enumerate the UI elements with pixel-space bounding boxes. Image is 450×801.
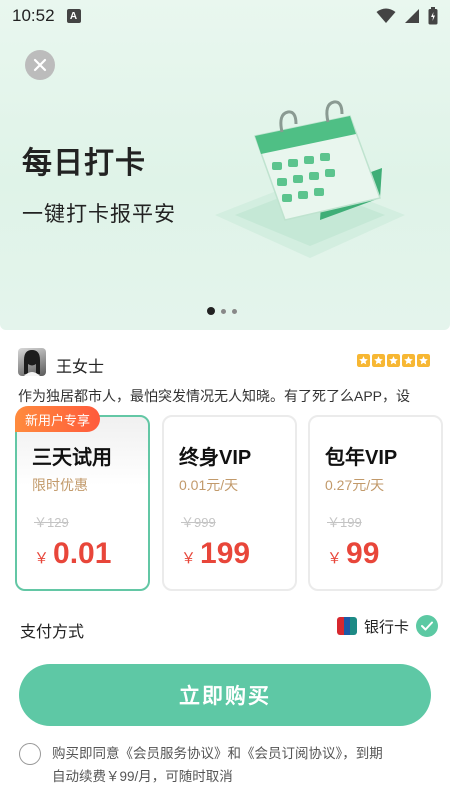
avatar: [18, 348, 46, 376]
check-icon[interactable]: [416, 615, 438, 637]
unionpay-icon: [336, 617, 357, 635]
close-icon: [33, 58, 47, 72]
close-button[interactable]: [25, 50, 55, 80]
payment-method[interactable]: 银行卡: [336, 615, 438, 637]
price-amount: 199: [200, 537, 251, 570]
buy-now-button[interactable]: 立即购买: [19, 664, 431, 726]
carousel-dot[interactable]: [207, 307, 215, 315]
plan-card-yearly[interactable]: 包年VIP 0.27元/天 ￥199 ￥ 99: [308, 415, 443, 591]
status-bar: 10:52 A: [0, 0, 450, 32]
agreement-text-line1: 购买即同意《会员服务协议》和《会员订阅协议》，到期: [52, 746, 383, 761]
plan-original-price: ￥129: [34, 515, 69, 530]
carousel-dot[interactable]: [221, 308, 226, 314]
carousel-indicator: [207, 307, 237, 315]
payment-method-label: 银行卡: [363, 618, 409, 636]
plan-original-price: ￥999: [181, 515, 216, 530]
hero-banner: 每日打卡 一键打卡报平安: [0, 0, 450, 330]
star-icon: [387, 354, 400, 367]
plan-card-lifetime[interactable]: 终身VIP 0.01元/天 ￥999 ￥ 199: [162, 415, 297, 591]
plan-original-price: ￥199: [327, 515, 362, 530]
currency-symbol: ￥: [181, 550, 197, 567]
star-icon: [417, 354, 430, 367]
price-amount: 99: [346, 537, 380, 570]
signal-icon: [405, 9, 419, 23]
plan-name: 包年VIP: [325, 447, 398, 469]
agreement-text-line2: 自动续费￥99/月，可随时取消: [52, 769, 233, 784]
calendar-icon: [215, 100, 405, 258]
plan-price: ￥ 0.01: [34, 537, 111, 571]
payment-method-row[interactable]: 支付方式 银行卡: [20, 612, 438, 642]
star-icon: [372, 354, 385, 367]
notification-icon: A: [66, 9, 81, 23]
rating-stars: [357, 354, 430, 367]
plan-price: ￥ 199: [181, 537, 250, 571]
agreement-checkbox[interactable]: [19, 743, 41, 765]
plan-desc: 限时优惠: [32, 477, 88, 493]
agreement-text[interactable]: 购买即同意《会员服务协议》和《会员订阅协议》，到期 自动续费￥99/月，可随时取…: [52, 742, 442, 788]
review-text: 作为独居都市人，最怕突发情况无人知晓。有了死了么APP，设: [18, 388, 411, 404]
status-icons: [376, 7, 438, 25]
plan-price: ￥ 99: [327, 537, 379, 571]
reviewer-name: 王女士: [56, 359, 105, 376]
currency-symbol: ￥: [327, 550, 343, 567]
wifi-icon: [376, 8, 396, 23]
plan-options: 新用户专享 三天试用 限时优惠 ￥129 ￥ 0.01 终身VIP 0.01元/…: [15, 406, 445, 591]
plan-name: 终身VIP: [179, 447, 252, 469]
payment-label: 支付方式: [20, 624, 85, 641]
hero-title: 每日打卡: [22, 147, 146, 180]
battery-icon: [428, 7, 438, 25]
star-icon: [402, 354, 415, 367]
plan-desc: 0.27元/天: [325, 477, 385, 493]
status-time: 10:52: [12, 6, 55, 25]
currency-symbol: ￥: [34, 550, 50, 567]
carousel-dot[interactable]: [232, 308, 237, 314]
plan-name: 三天试用: [32, 447, 112, 469]
plan-card-trial[interactable]: 新用户专享 三天试用 限时优惠 ￥129 ￥ 0.01: [15, 406, 150, 591]
plan-desc: 0.01元/天: [179, 477, 239, 493]
price-amount: 0.01: [53, 537, 112, 570]
hero-subtitle: 一键打卡报平安: [22, 203, 176, 226]
new-user-badge: 新用户专享: [15, 406, 101, 432]
star-icon: [357, 354, 370, 367]
